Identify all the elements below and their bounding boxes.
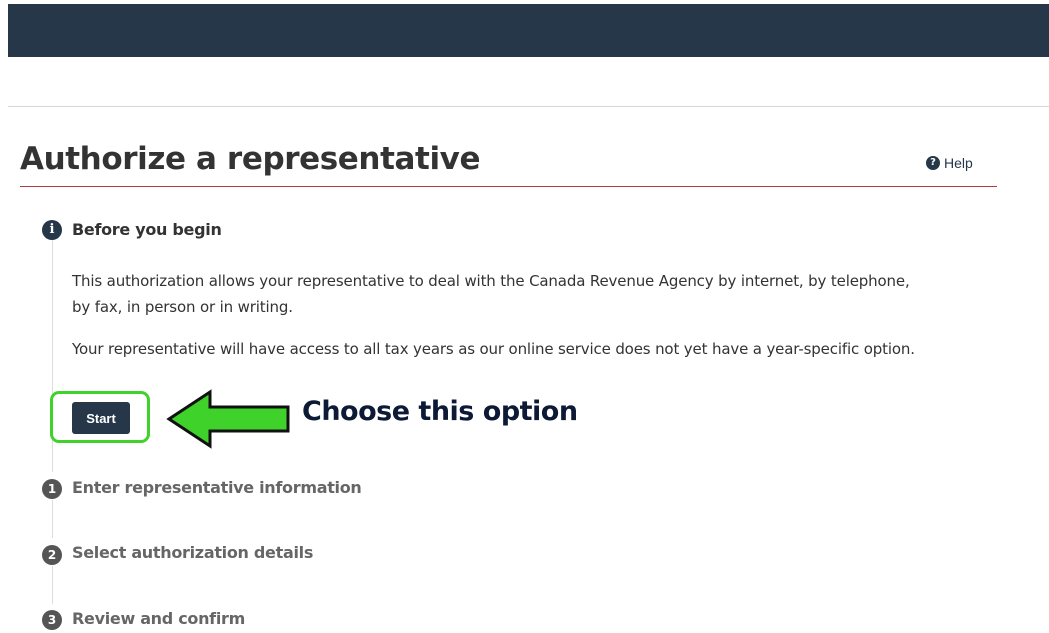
arrow-left-icon bbox=[166, 389, 290, 449]
question-circle-icon: ? bbox=[926, 156, 940, 170]
intro-paragraph-1: This authorization allows your represent… bbox=[72, 272, 910, 316]
info-icon: i bbox=[42, 220, 62, 240]
breadcrumb-bar bbox=[8, 57, 1049, 107]
help-link[interactable]: ? Help bbox=[926, 155, 973, 171]
step-connector-line bbox=[52, 566, 53, 604]
page-title: Authorize a representative bbox=[20, 141, 481, 177]
step-number-badge: 1 bbox=[42, 479, 62, 499]
help-label: Help bbox=[944, 155, 973, 171]
step-title-before-you-begin: Before you begin bbox=[72, 220, 222, 239]
title-divider bbox=[20, 186, 997, 187]
step-connector-line bbox=[52, 500, 53, 538]
annotation-label: Choose this option bbox=[302, 396, 578, 427]
intro-paragraph-2: Your representative will have access to … bbox=[72, 340, 915, 358]
step-title-representative-information: Enter representative information bbox=[72, 478, 362, 497]
step-title-review-and-confirm: Review and confirm bbox=[72, 609, 245, 628]
start-button[interactable]: Start bbox=[72, 402, 130, 434]
step-title-authorization-details: Select authorization details bbox=[72, 543, 314, 562]
site-header-bar bbox=[8, 4, 1049, 57]
step-number-badge: 3 bbox=[42, 610, 62, 630]
step-number-badge: 2 bbox=[42, 545, 62, 565]
